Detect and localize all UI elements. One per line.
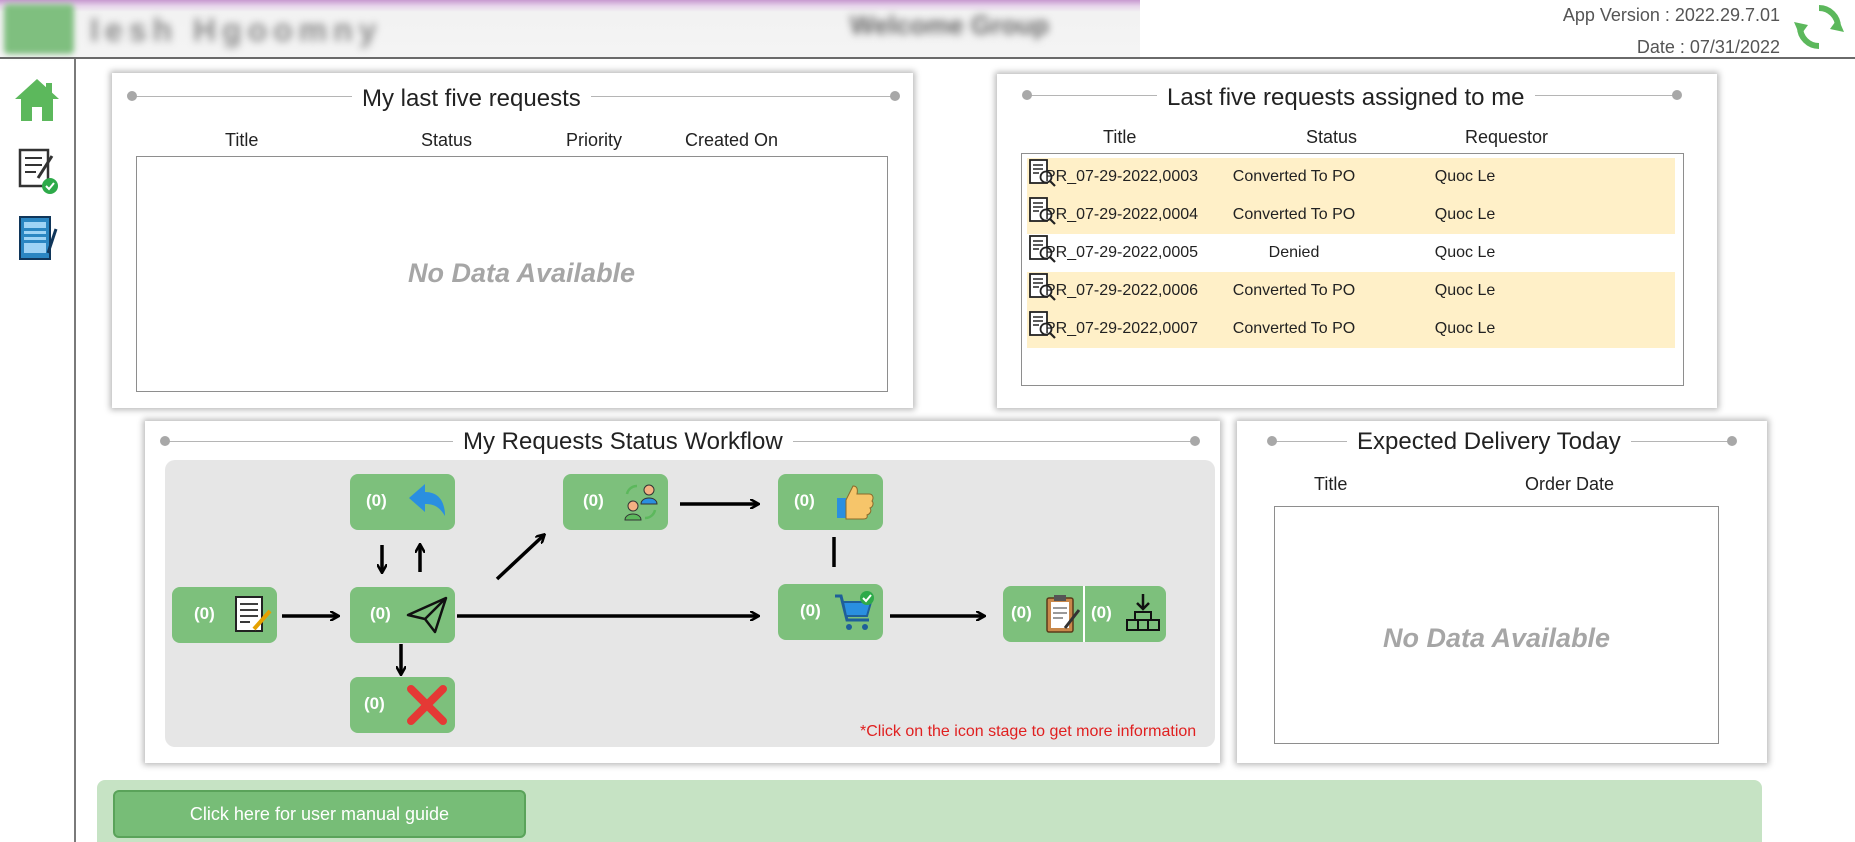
stage-count: (0) — [370, 604, 391, 623]
no-data-message: No Data Available — [408, 258, 636, 288]
column-header-title: Title — [1103, 127, 1137, 147]
stage-submitted[interactable]: (0) — [350, 587, 455, 643]
title-dot — [890, 91, 900, 101]
stage-count: (0) — [1091, 603, 1112, 622]
stage-count: (0) — [794, 491, 815, 510]
delivery-table: No Data Available — [1274, 506, 1719, 744]
stage-denied[interactable]: (0) — [350, 677, 455, 733]
requests-table: No Data Available — [136, 156, 888, 392]
refresh-icon[interactable] — [1794, 2, 1844, 52]
assigned-table: PR_07-29-2022,0003 Converted To PO Quoc … — [1021, 153, 1684, 386]
column-header-status: Status — [1306, 127, 1358, 147]
request-title: PR_07-29-2022,0006 — [1045, 282, 1199, 299]
sidebar — [0, 59, 76, 842]
draft-document-icon — [235, 596, 272, 632]
clipboard-icon — [1046, 595, 1081, 633]
stage-count: (0) — [1011, 603, 1032, 622]
table-row[interactable]: PR_07-29-2022,0003 Converted To PO Quoc … — [1027, 158, 1675, 196]
request-requestor: Quoc Le — [1434, 206, 1496, 223]
title-dot — [1267, 436, 1277, 446]
request-requestor: Quoc Le — [1434, 320, 1496, 337]
table-row[interactable]: PR_07-29-2022,0006 Converted To PO Quoc … — [1027, 272, 1675, 310]
request-requestor: Quoc Le — [1434, 282, 1496, 299]
title-dot — [1190, 436, 1200, 446]
request-title: PR_07-29-2022,0004 — [1045, 206, 1199, 223]
people-exchange-icon — [624, 484, 658, 521]
request-status: Converted To PO — [1232, 206, 1356, 223]
table-row[interactable]: PR_07-29-2022,0007 Converted To PO Quoc … — [1027, 310, 1675, 348]
stage-received[interactable]: (0) — [1085, 586, 1166, 642]
column-header-title: Title — [225, 130, 259, 150]
column-header-created-on: Created On — [685, 130, 779, 150]
red-x-icon — [407, 685, 447, 725]
request-status: Converted To PO — [1232, 282, 1356, 299]
app-logo — [4, 4, 74, 54]
expected-delivery-panel: Expected Delivery Today Title Order Date… — [1237, 421, 1767, 763]
thumbs-up-icon — [837, 485, 874, 520]
receive-boxes-icon — [1126, 594, 1160, 631]
app-version: App Version : 2022.29.7.01 — [1562, 5, 1780, 25]
paper-plane-icon — [406, 596, 448, 634]
column-header-requestor: Requestor — [1465, 127, 1549, 147]
request-title: PR_07-29-2022,0007 — [1045, 320, 1199, 337]
request-requestor: Quoc Le — [1434, 168, 1496, 185]
top-bar: Iesh Hgoomny Welcome Group App Version :… — [0, 0, 1855, 58]
panel-title: Last five requests assigned to me — [1157, 84, 1535, 112]
column-header-order-date: Order Date — [1525, 474, 1615, 494]
stage-count: (0) — [366, 491, 387, 510]
stage-checked[interactable]: (0) — [1003, 586, 1083, 642]
request-list-icon[interactable] — [12, 213, 62, 263]
header-divider — [0, 57, 1855, 59]
panel-title: Expected Delivery Today — [1347, 428, 1631, 456]
workflow-hint: *Click on the icon stage to get more inf… — [860, 723, 1197, 740]
title-dot — [127, 91, 137, 101]
stage-count: (0) — [583, 491, 604, 510]
app-title: Iesh Hgoomny — [90, 12, 383, 48]
column-header-title: Title — [1314, 474, 1348, 494]
stage-count: (0) — [194, 604, 215, 623]
title-dot — [160, 436, 170, 446]
request-status: Converted To PO — [1232, 168, 1356, 185]
return-arrow-icon — [409, 484, 445, 516]
current-date: Date : 07/31/2022 — [1636, 37, 1780, 57]
stage-count: (0) — [364, 694, 385, 713]
title-dot — [1727, 436, 1737, 446]
table-row[interactable]: PR_07-29-2022,0005 Denied Quoc Le — [1027, 234, 1675, 272]
my-requests-panel: My last five requests Title Status Prior… — [112, 73, 913, 408]
request-requestor: Quoc Le — [1434, 244, 1496, 261]
request-title: PR_07-29-2022,0003 — [1045, 168, 1199, 185]
home-icon[interactable] — [12, 75, 62, 125]
approve-document-icon[interactable] — [12, 146, 62, 196]
assigned-requests-panel: Last five requests assigned to me Title … — [997, 74, 1717, 408]
title-dot — [1672, 90, 1682, 100]
stage-draft[interactable]: (0) — [172, 587, 277, 643]
panel-title: My Requests Status Workflow — [453, 428, 793, 456]
panel-title: My last five requests — [352, 85, 591, 113]
welcome-text: Welcome Group — [850, 10, 1049, 40]
request-status: Converted To PO — [1232, 320, 1356, 337]
request-title: PR_07-29-2022,0005 — [1045, 244, 1199, 261]
column-header-status: Status — [421, 130, 473, 150]
stage-purchased[interactable]: (0) — [778, 584, 883, 640]
user-manual-button[interactable]: Click here for user manual guide — [113, 790, 526, 838]
stage-count: (0) — [800, 601, 821, 620]
stage-approved[interactable]: (0) — [778, 474, 883, 530]
stage-returned[interactable]: (0) — [350, 474, 455, 530]
no-data-message: No Data Available — [1383, 623, 1611, 653]
title-dot — [1022, 90, 1032, 100]
column-header-priority: Priority — [566, 130, 623, 150]
table-row[interactable]: PR_07-29-2022,0004 Converted To PO Quoc … — [1027, 196, 1675, 234]
request-status: Denied — [1268, 244, 1320, 261]
stage-reassigned[interactable]: (0) — [563, 474, 668, 530]
shopping-cart-icon — [835, 591, 874, 630]
